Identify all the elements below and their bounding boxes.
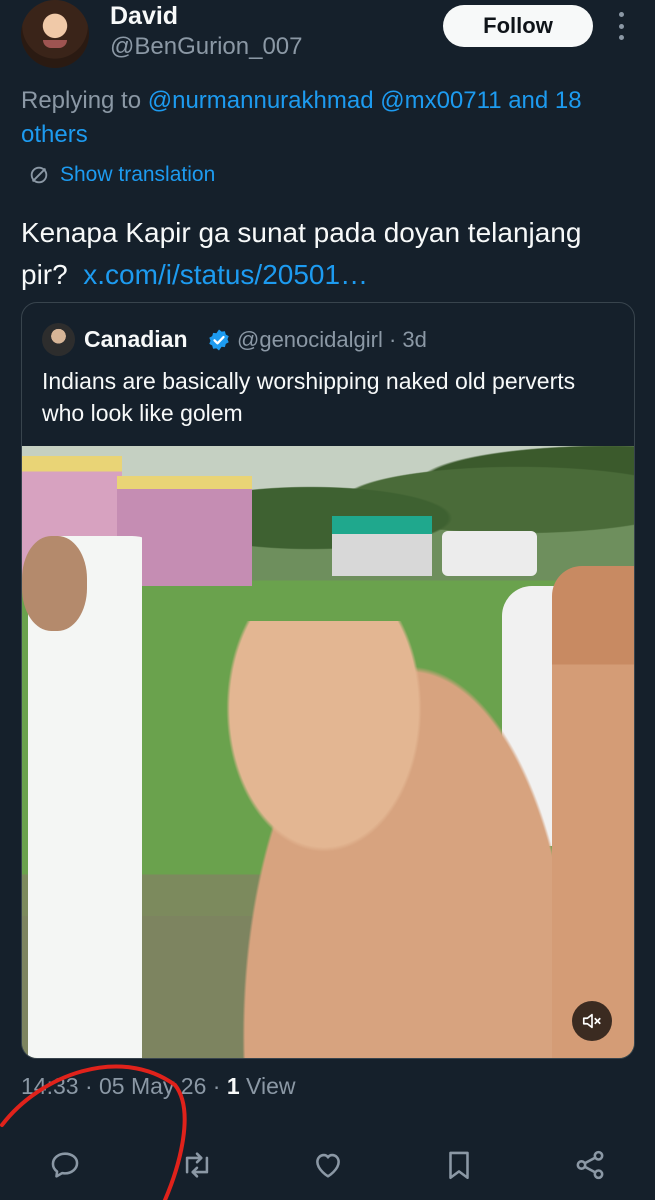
reply-icon[interactable] bbox=[48, 1148, 82, 1182]
video-media[interactable] bbox=[22, 446, 634, 1058]
video-scene-vehicle bbox=[442, 531, 537, 576]
show-translation-button[interactable]: Show translation bbox=[28, 163, 215, 187]
tweet-text: Kenapa Kapir ga sunat pada doyan telanja… bbox=[21, 212, 641, 296]
tweet-detail-page: David @BenGurion_007 Follow Replying to … bbox=[0, 0, 655, 1200]
replying-prefix: Replying to bbox=[21, 87, 148, 114]
quoted-tweet-card[interactable]: Canadian @genocidalgirl · 3d Indians are… bbox=[21, 302, 635, 1059]
author-avatar[interactable] bbox=[21, 0, 89, 68]
video-scene-truck bbox=[332, 516, 432, 576]
quoted-author-name: Canadian bbox=[84, 326, 188, 352]
video-scene-person-foreground bbox=[222, 621, 562, 1058]
follow-button[interactable]: Follow bbox=[443, 5, 593, 47]
mute-button[interactable] bbox=[572, 1001, 612, 1041]
view-label: View bbox=[239, 1073, 296, 1099]
verified-badge-icon bbox=[209, 329, 229, 351]
quoted-author-avatar bbox=[42, 323, 75, 356]
like-icon[interactable] bbox=[311, 1148, 345, 1182]
speaker-muted-icon bbox=[582, 1013, 601, 1029]
tweet-link[interactable]: x.com/i/status/20501… bbox=[83, 259, 368, 290]
tweet-timestamp[interactable]: 14:33 · 05 May 26 · bbox=[21, 1073, 227, 1099]
more-options-icon[interactable] bbox=[614, 12, 628, 40]
translate-icon bbox=[30, 166, 48, 184]
replying-to: Replying to @nurmannurakhmad @mx00711 an… bbox=[21, 84, 631, 152]
show-translation-label: Show translation bbox=[60, 163, 216, 186]
view-count: 1 bbox=[226, 1073, 240, 1099]
share-icon[interactable] bbox=[573, 1148, 607, 1182]
tweet-meta: 14:33 · 05 May 26 · 1 View bbox=[21, 1073, 295, 1100]
video-scene-person-right bbox=[552, 566, 634, 1058]
author-handle[interactable]: @BenGurion_007 bbox=[110, 33, 303, 61]
video-scene-person-head bbox=[22, 536, 87, 631]
tweet-action-bar bbox=[0, 1140, 655, 1190]
quoted-handle-time: @genocidalgirl · 3d bbox=[237, 327, 427, 352]
bookmark-icon[interactable] bbox=[442, 1148, 476, 1182]
retweet-icon[interactable] bbox=[180, 1148, 214, 1182]
author-display-name[interactable]: David bbox=[110, 2, 178, 31]
quoted-tweet-text: Indians are basically worshipping naked … bbox=[42, 368, 576, 426]
